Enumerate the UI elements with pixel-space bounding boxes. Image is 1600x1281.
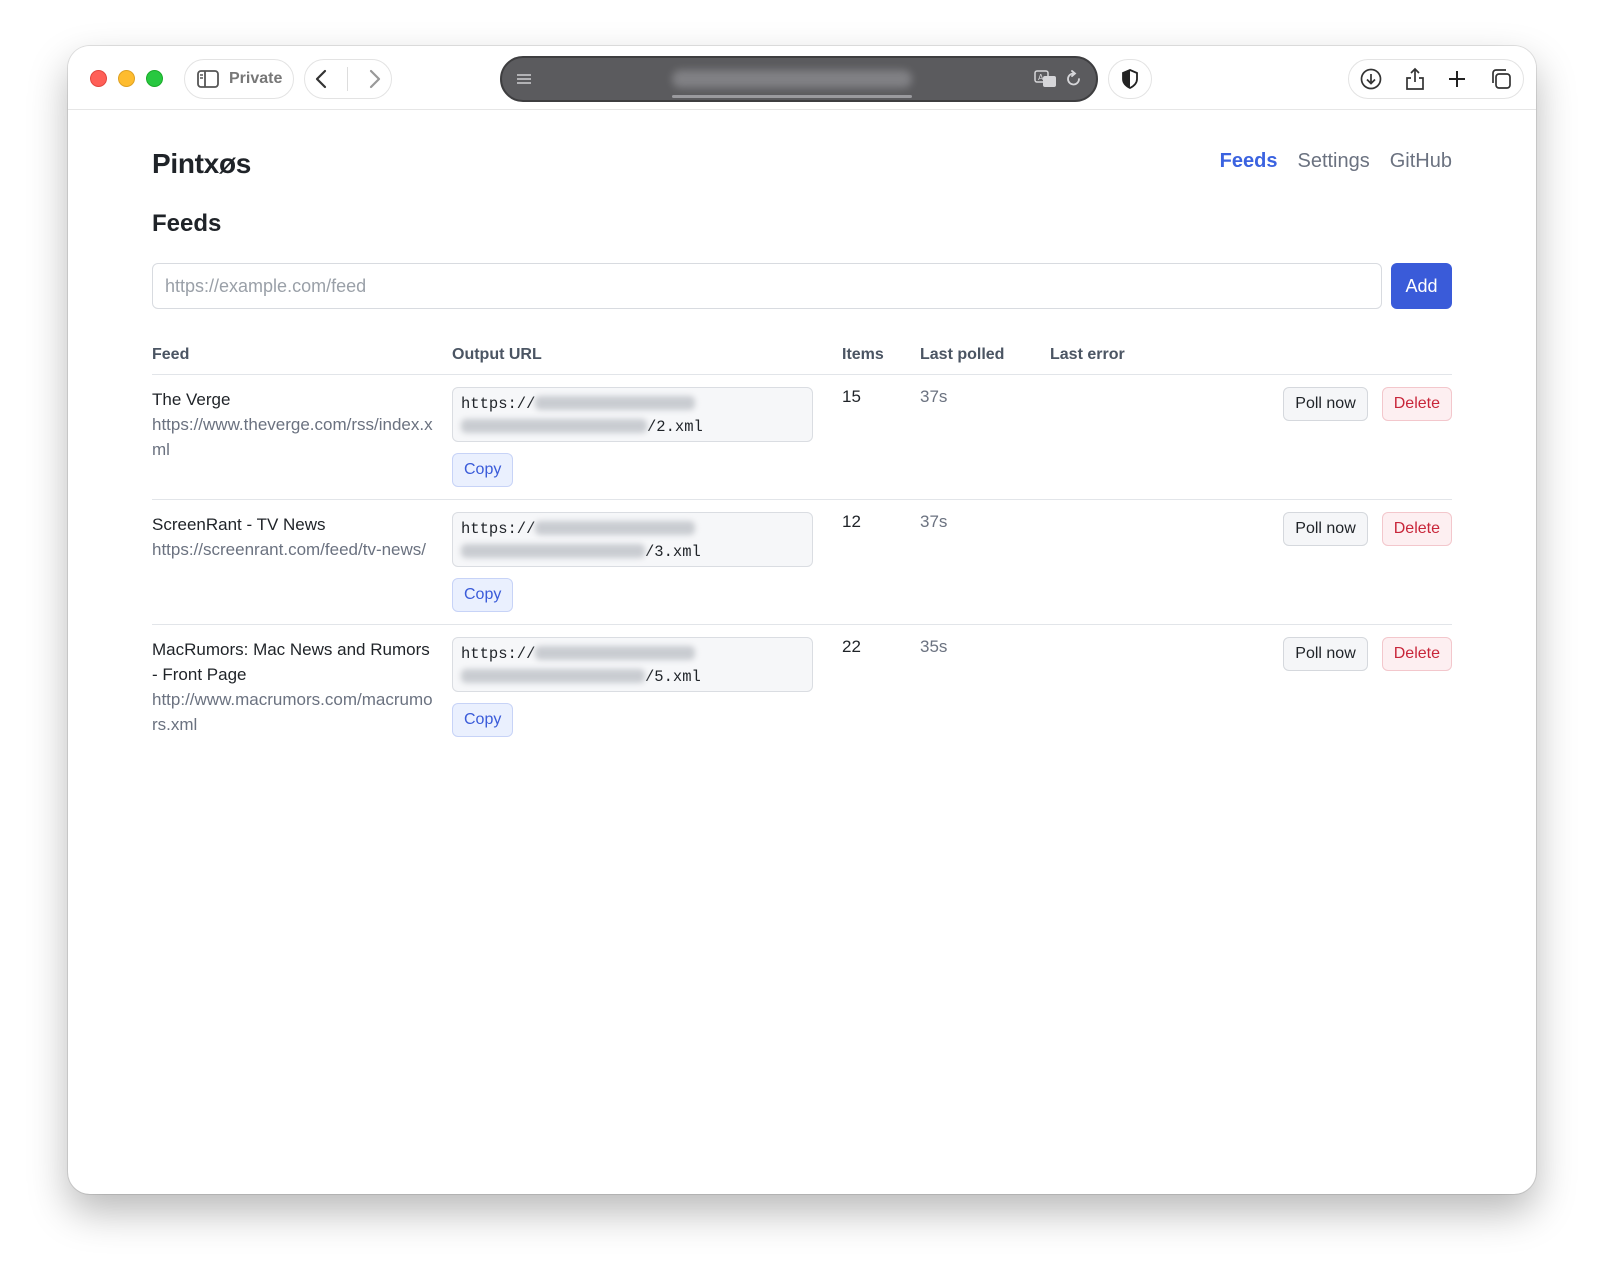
feed-source-url[interactable]: http://www.macrumors.com/macrumors.xml (152, 687, 438, 737)
copy-button[interactable]: Copy (452, 577, 514, 612)
header-last-polled: Last polled (920, 340, 1050, 375)
output-url-suffix: /2.xml (647, 417, 703, 436)
output-url-redacted (535, 646, 696, 661)
nav-github[interactable]: GitHub (1390, 150, 1452, 173)
shield-icon (1122, 69, 1138, 89)
tab-overview-icon[interactable] (1490, 68, 1512, 90)
toolbar-actions (1348, 59, 1524, 99)
address-bar[interactable]: A (500, 56, 1098, 102)
delete-button[interactable]: Delete (1381, 386, 1452, 421)
feed-source-url[interactable]: https://screenrant.com/feed/tv-news/ (152, 537, 438, 562)
page-load-progress (672, 95, 912, 98)
feed-title: MacRumors: Mac News and Rumors - Front P… (152, 639, 430, 684)
header-items: Items (842, 340, 920, 375)
page-menu-icon[interactable] (516, 73, 532, 85)
poll-now-button[interactable]: Poll now (1283, 511, 1368, 546)
sidebar-toggle-button[interactable]: Private (184, 59, 294, 99)
table-header-row: Feed Output URL Items Last polled Last e… (152, 340, 1452, 375)
close-window-button[interactable] (90, 70, 107, 87)
nav-settings[interactable]: Settings (1297, 150, 1369, 173)
items-count: 12 (842, 511, 861, 531)
last-polled: 37s (920, 511, 948, 531)
header-feed: Feed (152, 340, 452, 375)
delete-button[interactable]: Delete (1381, 636, 1452, 671)
output-url-suffix: /5.xml (645, 667, 701, 686)
new-tab-icon[interactable] (1447, 69, 1467, 89)
feed-title: ScreenRant - TV News (152, 514, 326, 534)
copy-button[interactable]: Copy (452, 702, 514, 737)
output-url-field[interactable]: https:// /2.xml (452, 386, 813, 442)
output-url-prefix: https:// (461, 519, 536, 538)
reload-icon[interactable] (1066, 70, 1082, 88)
forward-icon[interactable] (369, 69, 381, 89)
poll-now-button[interactable]: Poll now (1283, 636, 1368, 671)
downloads-icon[interactable] (1360, 68, 1382, 90)
top-navigation: Feeds Settings GitHub (1220, 150, 1452, 173)
feed-source-url[interactable]: https://www.theverge.com/rss/index.xml (152, 412, 438, 462)
browser-toolbar: Private A (68, 46, 1536, 110)
translate-icon[interactable]: A (1034, 70, 1058, 88)
last-polled: 37s (920, 386, 948, 406)
feeds-table: Feed Output URL Items Last polled Last e… (152, 340, 1452, 749)
app-brand[interactable]: Pintxøs (152, 148, 251, 180)
copy-button[interactable]: Copy (452, 452, 514, 487)
feed-title: The Verge (152, 389, 231, 409)
output-url-field[interactable]: https:// /5.xml (452, 636, 813, 692)
header-output-url: Output URL (452, 340, 842, 375)
output-url-redacted (461, 419, 647, 434)
output-url-redacted (535, 396, 696, 411)
back-icon[interactable] (315, 69, 327, 89)
private-label: Private (229, 70, 283, 87)
add-feed-button[interactable]: Add (1391, 263, 1452, 309)
feed-url-input[interactable] (152, 263, 1382, 309)
items-count: 22 (842, 636, 861, 656)
svg-text:A: A (1038, 73, 1044, 82)
delete-button[interactable]: Delete (1381, 511, 1452, 546)
zoom-window-button[interactable] (146, 70, 163, 87)
table-row: MacRumors: Mac News and Rumors - Front P… (152, 624, 1452, 749)
poll-now-button[interactable]: Poll now (1283, 386, 1368, 421)
output-url-field[interactable]: https:// /3.xml (452, 511, 813, 567)
browser-window: Private A Pintxøs Feeds Settings GitHub … (68, 46, 1536, 1194)
items-count: 15 (842, 386, 861, 406)
output-url-prefix: https:// (461, 394, 536, 413)
output-url-redacted (535, 521, 696, 536)
output-url-redacted (461, 669, 645, 684)
table-row: The Verge https://www.theverge.com/rss/i… (152, 374, 1452, 500)
last-polled: 35s (920, 636, 948, 656)
add-feed-form: Add (152, 263, 1452, 309)
history-navigation (304, 59, 392, 99)
sidebar-icon (197, 70, 219, 88)
nav-feeds[interactable]: Feeds (1220, 150, 1278, 173)
output-url-prefix: https:// (461, 644, 536, 663)
output-url-redacted (461, 544, 645, 559)
url-text-redacted (672, 70, 912, 88)
privacy-report-button[interactable] (1108, 59, 1152, 99)
share-icon[interactable] (1405, 67, 1425, 91)
minimize-window-button[interactable] (118, 70, 135, 87)
header-last-error: Last error (1050, 340, 1280, 375)
header-actions (1280, 340, 1452, 375)
table-row: ScreenRant - TV News https://screenrant.… (152, 499, 1452, 625)
output-url-suffix: /3.xml (645, 542, 701, 561)
page-title: Feeds (152, 210, 222, 237)
